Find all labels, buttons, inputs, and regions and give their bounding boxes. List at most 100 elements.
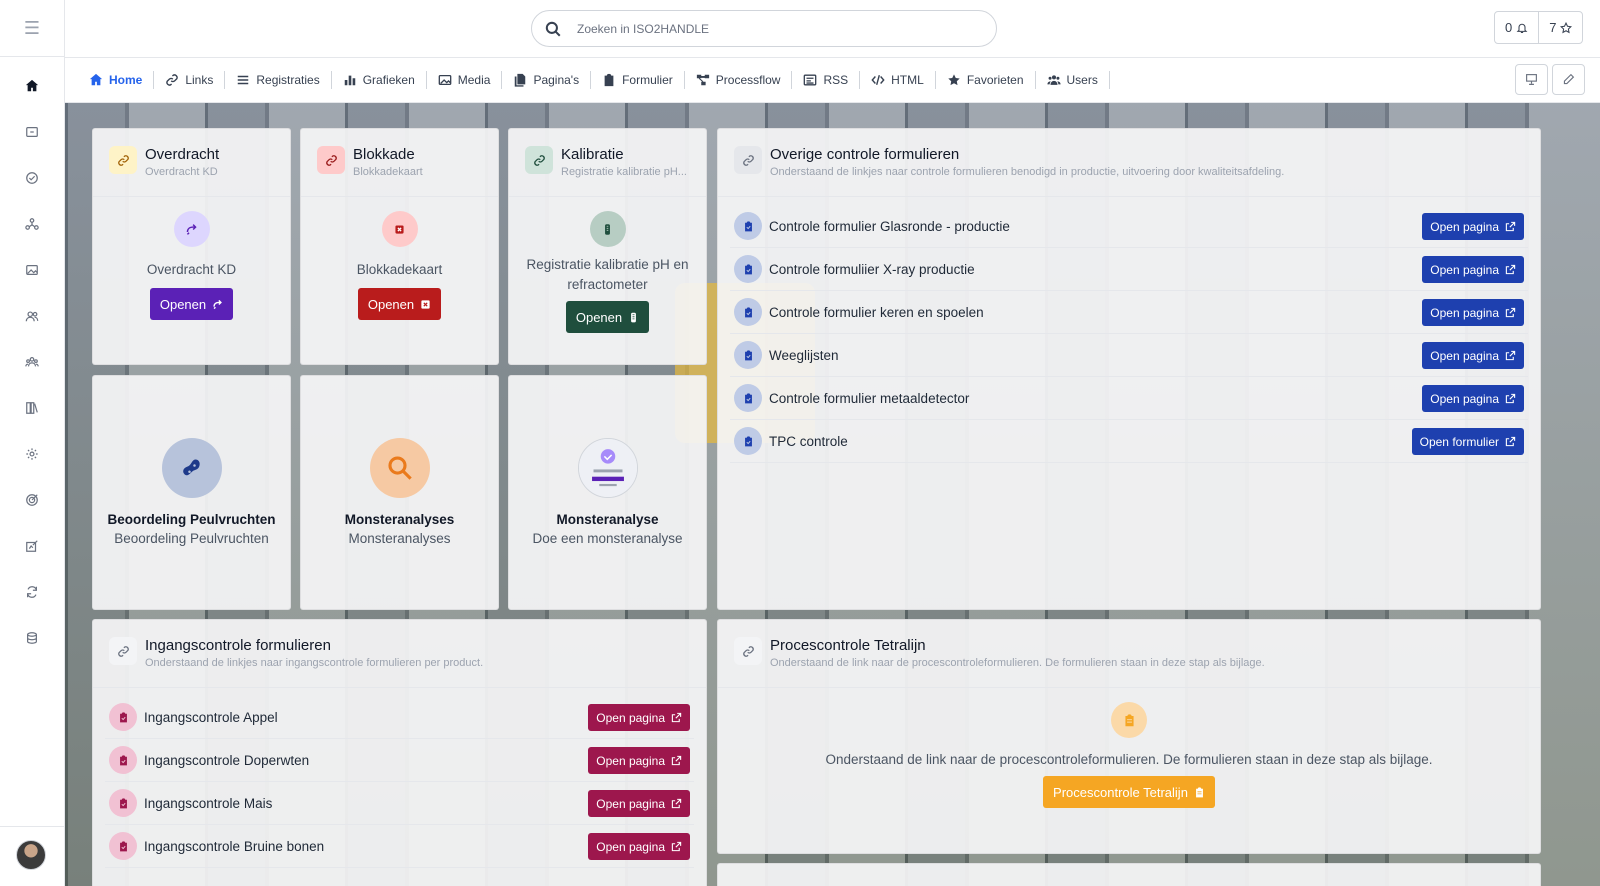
tab-links[interactable]: Links	[154, 71, 226, 89]
card-subtitle: Onderstaand de linkjes naar controle for…	[770, 166, 1285, 178]
counter-group: 0 7	[1494, 11, 1584, 44]
open-page-button[interactable]: Open pagina	[588, 790, 690, 817]
folder-icon[interactable]	[0, 112, 64, 152]
tab-processflow[interactable]: Processflow	[685, 71, 793, 89]
card-title: Monsteranalyse	[556, 512, 659, 527]
tab-bar: Home Links Registraties Grafieken Media …	[65, 58, 1600, 103]
tab-rss[interactable]: RSS	[792, 71, 861, 89]
button-label: Open pagina	[596, 839, 665, 854]
tab-label: Pagina's	[533, 73, 580, 87]
open-kalibratie-button[interactable]: Openen	[565, 301, 650, 333]
open-blokkade-button[interactable]: Openen	[357, 288, 442, 320]
tab-users[interactable]: Users	[1036, 71, 1110, 89]
open-form-button[interactable]: Open formulier	[1411, 428, 1524, 455]
edit-button[interactable]	[1552, 64, 1585, 95]
card-kalibratie: Kalibratie Registratie kalibratie pH... …	[508, 128, 707, 365]
card-subtitle: Onderstaand de linkjes naar ingangscontr…	[145, 657, 484, 669]
open-page-button[interactable]: Open pagina	[1422, 342, 1524, 369]
open-page-button[interactable]: Open pagina	[588, 704, 690, 731]
list-item: Controle formulier keren en spoelen Open…	[730, 291, 1528, 334]
favorites-button[interactable]: 7	[1538, 12, 1582, 43]
button-label: Open formulier	[1419, 434, 1499, 449]
tab-registraties[interactable]: Registraties	[225, 71, 332, 89]
open-page-button[interactable]: Open pagina	[588, 747, 690, 774]
row-label: Controle formulier metaaldetector	[769, 391, 970, 406]
gear-icon[interactable]	[0, 434, 64, 474]
target-icon[interactable]	[0, 480, 64, 520]
tab-label: Home	[109, 73, 143, 87]
refresh-icon[interactable]	[0, 572, 64, 612]
tab-favorieten[interactable]: Favorieten	[936, 71, 1036, 89]
procescontrole-tetralijn-button[interactable]: Procescontrole Tetralijn	[1043, 776, 1215, 808]
notifications-count: 0	[1505, 20, 1513, 35]
link-icon	[525, 146, 553, 174]
home-icon[interactable]	[0, 66, 64, 106]
tab-html[interactable]: HTML	[860, 71, 936, 89]
open-page-button[interactable]: Open pagina	[1422, 256, 1524, 283]
button-label: Open pagina	[1430, 348, 1499, 363]
button-label: Openen	[575, 309, 623, 325]
rss-icon	[804, 74, 817, 86]
clipboard-check-icon	[109, 789, 137, 817]
open-page-button[interactable]: Open pagina	[1422, 299, 1524, 326]
group-icon[interactable]	[0, 342, 64, 382]
menu-toggle-icon[interactable]: ☰	[0, 0, 64, 57]
notifications-button[interactable]: 0	[1495, 12, 1538, 43]
card-description: Onderstaand de link naar de procescontro…	[825, 752, 1433, 767]
images-icon[interactable]	[0, 250, 64, 290]
presentation-button[interactable]	[1515, 64, 1548, 95]
clipboard-check-icon	[734, 298, 762, 326]
transfer-icon	[173, 211, 210, 247]
check-circle-icon[interactable]	[0, 158, 64, 198]
card-body: Monsteranalyse Doe een monsteranalyse	[509, 438, 706, 546]
card-header: Overdracht Overdracht KD	[93, 129, 290, 197]
row-label: Weeglijsten	[769, 348, 839, 363]
link-icon	[734, 637, 762, 665]
search-box[interactable]	[531, 10, 997, 47]
card-subtitle: Blokkadekaart	[353, 166, 423, 178]
open-page-button[interactable]: Open pagina	[588, 833, 690, 860]
monitor-icon	[1526, 74, 1537, 85]
open-page-button[interactable]: Open pagina	[1422, 213, 1524, 240]
link-icon	[734, 146, 762, 174]
button-label: Open pagina	[1430, 219, 1499, 234]
tab-grafieken[interactable]: Grafieken	[332, 71, 427, 89]
list-item: Weeglijsten Open pagina	[730, 334, 1528, 377]
magnifier-icon	[369, 438, 430, 498]
block-icon	[381, 211, 418, 247]
open-page-button[interactable]: Open pagina	[1422, 385, 1524, 412]
card-blokkade: Blokkade Blokkadekaart Blokkadekaart Ope…	[300, 128, 499, 365]
clipboard-check-icon	[734, 255, 762, 283]
database-icon[interactable]	[0, 618, 64, 658]
clipboard-check-icon	[109, 832, 137, 860]
avatar[interactable]	[16, 840, 46, 870]
row-label: Ingangscontrole Doperwten	[144, 753, 310, 768]
books-icon[interactable]	[0, 388, 64, 428]
card-monsteranalyse[interactable]: Monsteranalyse Doe een monsteranalyse	[508, 375, 707, 610]
tab-label: Grafieken	[362, 73, 415, 87]
users-icon[interactable]	[0, 296, 64, 336]
external-link-icon	[1505, 221, 1516, 232]
link-icon	[109, 637, 137, 665]
form-preview-icon	[577, 438, 638, 498]
network-icon[interactable]	[0, 204, 64, 244]
open-overdracht-button[interactable]: Openen	[149, 288, 234, 320]
external-link-icon	[1505, 307, 1516, 318]
card-monsteranalyses[interactable]: Monsteranalyses Monsteranalyses	[300, 375, 499, 610]
transfer-icon	[213, 299, 223, 309]
tab-paginas[interactable]: Pagina's	[502, 71, 592, 89]
tab-label: Favorieten	[966, 73, 1024, 87]
tab-media[interactable]: Media	[427, 71, 503, 89]
external-link-icon	[671, 755, 682, 766]
tab-home[interactable]: Home	[78, 71, 155, 89]
edit-chart-icon[interactable]	[0, 526, 64, 566]
search-input[interactable]	[577, 19, 977, 39]
list-icon	[238, 75, 249, 85]
card-beoordeling-peulvruchten[interactable]: Beoordeling Peulvruchten Beoordeling Peu…	[92, 375, 291, 610]
tab-label: Registraties	[256, 73, 320, 87]
button-label: Open pagina	[596, 753, 665, 768]
row-label: Controle formulier Glasronde - productie	[769, 219, 1010, 234]
clipboard-check-icon	[734, 341, 762, 369]
card-partial	[717, 863, 1541, 886]
tab-formulier[interactable]: Formulier	[591, 71, 685, 89]
